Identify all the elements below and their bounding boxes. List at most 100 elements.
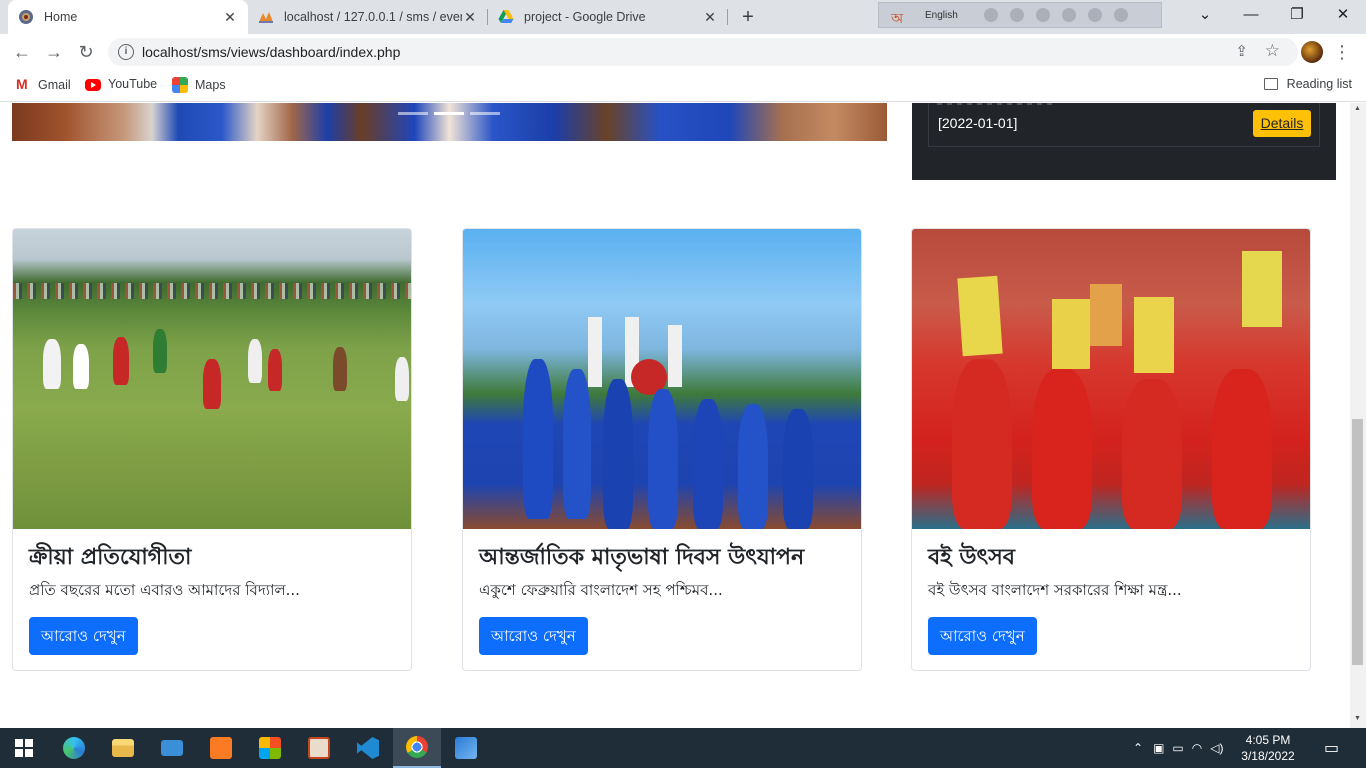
address-bar[interactable]: i localhost/sms/views/dashboard/index.ph… <box>108 38 1298 66</box>
ime-language-bar[interactable]: অ English <box>878 2 1162 28</box>
carousel-indicators <box>398 112 500 115</box>
close-window-button[interactable]: ✕ <box>1320 0 1366 30</box>
tab-phpmyadmin[interactable]: localhost / 127.0.0.1 / sms / even ✕ <box>248 0 488 34</box>
reload-button[interactable]: ↻ <box>72 38 100 66</box>
youtube-icon <box>85 79 101 91</box>
start-button[interactable] <box>0 728 48 768</box>
page-scrollbar[interactable]: ▲ ▼ <box>1350 103 1366 728</box>
tool-icon[interactable] <box>1009 8 1024 22</box>
browser-tab-strip: Home ✕ localhost / 127.0.0.1 / sms / eve… <box>0 0 1366 34</box>
bookmark-label: Gmail <box>38 78 71 92</box>
phpmyadmin-favicon-icon <box>259 12 273 23</box>
event-card-language-day: আন্তর্জাতিক মাতৃভাষা দিবস উৎযাপন একুশে ফ… <box>462 228 862 671</box>
reading-list-button[interactable]: Reading list <box>1263 77 1352 91</box>
show-hidden-icons-chevron-icon[interactable]: ⌃ <box>1133 741 1143 755</box>
page-viewport: [2022-01-01] Details ক্রীয়া প্রতিযোগীতা… <box>0 103 1350 728</box>
clock-date: 3/18/2022 <box>1241 749 1295 763</box>
restore-button[interactable]: ❐ <box>1274 0 1320 30</box>
read-more-button[interactable]: আরোও দেখুন <box>928 617 1037 655</box>
url-text[interactable]: localhost/sms/views/dashboard/index.php <box>142 44 400 60</box>
tab-home[interactable]: Home ✕ <box>8 0 248 34</box>
bookmark-star-icon[interactable]: ☆ <box>1265 41 1280 61</box>
notification-center-icon: ▭ <box>1324 740 1340 757</box>
image-carousel <box>12 103 887 141</box>
card-text: প্রতি বছরের মতো এবারও আমাদের বিদ্যাল... <box>29 581 300 599</box>
tab-search-chevron-icon[interactable]: ⌄ <box>1182 0 1228 30</box>
notice-board: [2022-01-01] Details <box>912 103 1336 180</box>
back-button[interactable]: ← <box>8 38 36 66</box>
carousel-indicator[interactable] <box>398 112 428 115</box>
close-tab-icon[interactable]: ✕ <box>222 9 238 26</box>
scrollbar-thumb[interactable] <box>1352 419 1363 665</box>
bookmark-youtube[interactable]: YouTube <box>85 77 157 91</box>
bookmark-gmail[interactable]: Gmail <box>15 76 71 93</box>
bookmark-maps[interactable]: Maps <box>172 77 226 93</box>
network-status-icon[interactable]: ▣ <box>1153 741 1164 755</box>
battery-icon[interactable]: ▭ <box>1172 741 1183 755</box>
file-explorer-taskbar-icon[interactable] <box>99 728 147 768</box>
vscode-taskbar-icon[interactable] <box>344 728 392 768</box>
maps-icon <box>172 77 188 93</box>
sports-event-image <box>13 229 411 529</box>
language-day-image <box>463 229 861 529</box>
edit-icon[interactable] <box>1061 8 1076 22</box>
scroll-down-icon[interactable]: ▼ <box>1354 715 1361 722</box>
bengali-ime-icon: অ <box>891 10 904 26</box>
tab-separator <box>727 9 728 25</box>
book-festival-image <box>912 229 1310 529</box>
photos-taskbar-icon[interactable] <box>442 728 490 768</box>
share-icon[interactable]: ⇪ <box>1235 42 1248 60</box>
bookmark-label: Maps <box>195 78 226 92</box>
read-more-button[interactable]: আরোও দেখুন <box>29 617 138 655</box>
reading-list-icon <box>1263 78 1278 90</box>
avro-keyboard-taskbar-icon[interactable] <box>295 728 343 768</box>
tab-google-drive[interactable]: project - Google Drive ✕ <box>488 0 728 34</box>
forward-button[interactable]: → <box>40 38 68 66</box>
browser-menu-icon[interactable]: ⋮ <box>1332 38 1352 66</box>
gmail-icon <box>15 76 31 93</box>
notice-details-button[interactable]: Details <box>1253 110 1311 137</box>
scroll-up-icon[interactable]: ▲ <box>1354 105 1361 112</box>
mail-taskbar-icon[interactable] <box>148 728 196 768</box>
volume-icon[interactable]: ◁) <box>1210 741 1223 755</box>
school-favicon-icon <box>19 10 33 24</box>
profile-avatar[interactable] <box>1301 41 1323 63</box>
wifi-icon[interactable]: ◠ <box>1192 741 1202 755</box>
xampp-taskbar-icon[interactable] <box>197 728 245 768</box>
event-card-book-festival: বই উৎসব বই উৎসব বাংলাদেশ সরকারের শিক্ষা … <box>911 228 1311 671</box>
store-taskbar-icon[interactable] <box>246 728 294 768</box>
reading-list-label: Reading list <box>1286 77 1352 91</box>
event-card-sports: ক্রীয়া প্রতিযোগীতা প্রতি বছরের মতো এবার… <box>12 228 412 671</box>
close-tab-icon[interactable]: ✕ <box>462 9 478 26</box>
taskbar-clock[interactable]: 4:05 PM 3/18/2022 <box>1236 732 1300 764</box>
tab-title: Home <box>44 10 78 24</box>
bookmark-label: YouTube <box>108 77 158 91</box>
edge-taskbar-icon[interactable] <box>50 728 98 768</box>
google-drive-icon <box>498 10 514 23</box>
windows-taskbar: ⌃ ▣ ▭ ◠ ◁) 4:05 PM 3/18/2022 ▭ <box>0 728 1366 768</box>
site-info-icon[interactable]: i <box>118 44 134 60</box>
minimize-button[interactable]: — <box>1228 0 1274 30</box>
chrome-taskbar-icon[interactable] <box>393 728 441 768</box>
card-title: আন্তর্জাতিক মাতৃভাষা দিবস উৎযাপন <box>479 545 805 570</box>
clock-time: 4:05 PM <box>1245 733 1291 747</box>
close-tab-icon[interactable]: ✕ <box>702 9 718 26</box>
notice-item: [2022-01-01] Details <box>928 103 1320 147</box>
help-icon[interactable] <box>1087 8 1102 22</box>
new-tab-button[interactable]: + <box>736 5 760 29</box>
card-text: বই উৎসব বাংলাদেশ সরকারের শিক্ষা মন্ত্র..… <box>928 581 1182 599</box>
card-title: বই উৎসব <box>928 545 1016 570</box>
settings-icon[interactable] <box>1035 8 1050 22</box>
notice-date: [2022-01-01] <box>938 115 1018 131</box>
windows-logo-icon <box>15 739 33 757</box>
card-title: ক্রীয়া প্রতিযোগীতা <box>29 545 192 570</box>
carousel-indicator[interactable] <box>470 112 500 115</box>
carousel-indicator[interactable] <box>434 112 464 115</box>
info-icon[interactable] <box>1113 8 1128 22</box>
read-more-button[interactable]: আরোও দেখুন <box>479 617 588 655</box>
ime-language-label: English <box>925 9 958 21</box>
card-text: একুশে ফেব্রুয়ারি বাংলাদেশ সহ পশ্চিমব... <box>479 581 723 599</box>
notifications-button[interactable]: ▭ <box>1324 728 1339 768</box>
keyboard-icon[interactable] <box>983 8 998 22</box>
browser-toolbar: ← → ↻ i localhost/sms/views/dashboard/in… <box>0 34 1366 70</box>
